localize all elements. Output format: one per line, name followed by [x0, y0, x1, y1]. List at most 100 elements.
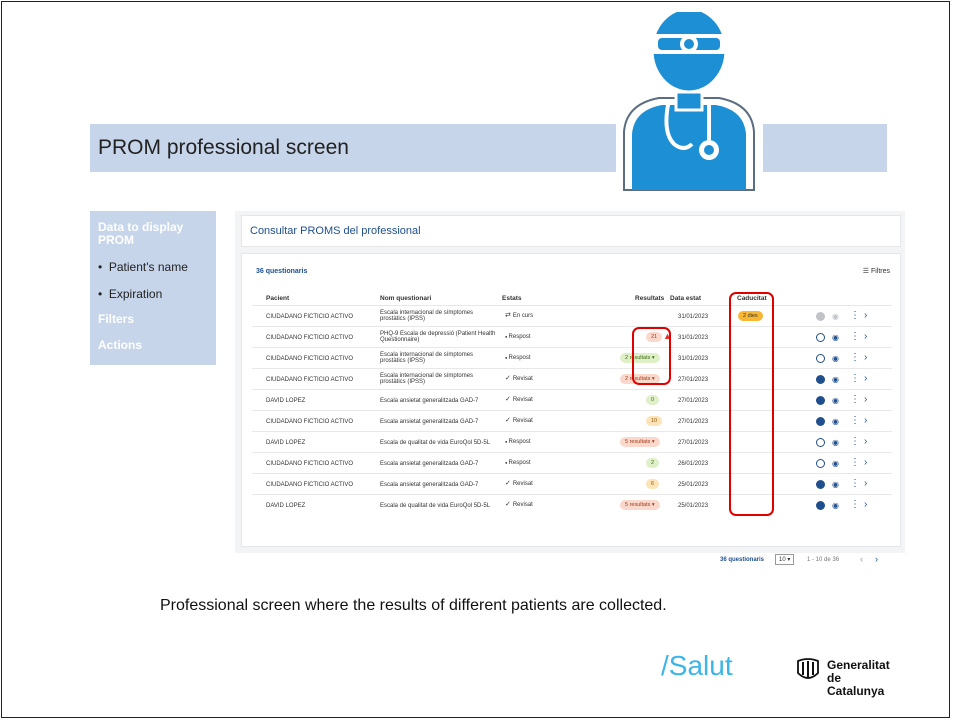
patient-name: CIUDADANO FICTICIO ACTIVO [266, 314, 354, 320]
view-eye-icon[interactable]: ◉ [832, 459, 839, 469]
view-eye-icon[interactable]: ◉ [832, 312, 839, 322]
filters-button[interactable]: ☰ Filtres [863, 267, 890, 275]
open-detail-icon[interactable]: › [864, 416, 867, 426]
patient-name: CIUDADANO FICTICIO ACTIVO [266, 377, 354, 383]
open-detail-icon[interactable]: › [864, 479, 867, 489]
view-eye-icon[interactable]: ◉ [832, 480, 839, 490]
result-badge[interactable]: 5 resultats ▾ [620, 437, 660, 447]
more-options-icon[interactable]: ⋮ [850, 395, 860, 405]
view-eye-icon[interactable]: ◉ [832, 438, 839, 448]
review-check-icon[interactable] [816, 375, 825, 384]
patient-name: CIUDADANO FICTICIO ACTIVO [266, 482, 354, 488]
col-header-date[interactable]: Data estat [670, 295, 701, 302]
result-badge: 6 [646, 479, 660, 489]
table-row[interactable]: CIUDADANO FICTICIO ACTIVO Escala ansietat… [252, 452, 892, 474]
sidebar-item-expiration: • Expiration [98, 287, 163, 301]
check-icon: ✓ [505, 501, 513, 508]
review-check-icon[interactable] [816, 312, 825, 321]
slide-title: PROM professional screen [98, 136, 349, 159]
view-eye-icon[interactable]: ◉ [832, 417, 839, 427]
more-options-icon[interactable]: ⋮ [850, 374, 860, 384]
col-header-questionnaire[interactable]: Nom questionari [380, 295, 431, 302]
review-check-icon[interactable] [816, 354, 825, 363]
questionnaire-name: Escala internacional de símptomes prostà… [380, 310, 474, 322]
table-row[interactable]: CIUDADANO FICTICIO ACTIVO Escala ansietat… [252, 473, 892, 495]
next-page-icon[interactable]: › [875, 554, 878, 564]
open-detail-icon[interactable]: › [864, 395, 867, 405]
result-badge: 10 [646, 416, 663, 426]
view-eye-icon[interactable]: ◉ [832, 333, 839, 343]
review-check-icon[interactable] [816, 501, 825, 510]
review-check-icon[interactable] [816, 396, 825, 405]
state-cell: ● Respost [505, 334, 531, 340]
patient-name: DAVID LOPEZ [266, 503, 306, 509]
review-check-icon[interactable] [816, 438, 825, 447]
col-header-results[interactable]: Resultats [635, 295, 664, 302]
col-header-patient[interactable]: Pacient [266, 295, 289, 302]
review-check-icon[interactable] [816, 459, 825, 468]
review-check-icon[interactable] [816, 480, 825, 489]
gencat-logo: Generalitat de Catalunya [795, 657, 895, 698]
state-date: 31/01/2023 [678, 356, 709, 362]
view-eye-icon[interactable]: ◉ [832, 396, 839, 406]
more-options-icon[interactable]: ⋮ [850, 479, 860, 489]
more-options-icon[interactable]: ⋮ [850, 332, 860, 342]
review-check-icon[interactable] [816, 333, 825, 342]
open-detail-icon[interactable]: › [864, 311, 867, 321]
patient-name: CIUDADANO FICTICIO ACTIVO [266, 356, 354, 362]
result-badge[interactable]: 5 resultats ▾ [620, 500, 660, 510]
table-row[interactable]: CIUDADANO FICTICIO ACTIVO PHQ-9 Escala de… [252, 326, 892, 348]
slide-caption: Professional screen where the results of… [160, 597, 667, 614]
questionnaire-name: PHQ-9 Escala de depressió (Patient Healt… [380, 331, 496, 343]
questionnaire-count: 36 questionaris [256, 268, 308, 275]
result-badge: 2 [646, 458, 660, 468]
patient-name: CIUDADANO FICTICIO ACTIVO [266, 461, 354, 467]
table-row[interactable]: CIUDADANO FICTICIO ACTIVO Escala internac… [252, 368, 892, 390]
patient-name: CIUDADANO FICTICIO ACTIVO [266, 419, 354, 425]
more-options-icon[interactable]: ⋮ [850, 437, 860, 447]
questionnaire-name: Escala de qualitat de vida EuroQol 5D-5L [380, 440, 491, 446]
table-row[interactable]: DAVID LOPEZ Escala de qualitat de vida Eu… [252, 431, 892, 453]
arrows-icon: ⇄ [505, 312, 513, 319]
open-detail-icon[interactable]: › [864, 332, 867, 342]
table-row[interactable]: CIUDADANO FICTICIO ACTIVO Escala internac… [252, 305, 892, 327]
slide: PROM professional screen Data to display… [1, 1, 950, 718]
check-icon: ✓ [505, 480, 513, 487]
open-detail-icon[interactable]: › [864, 437, 867, 447]
open-detail-icon[interactable]: › [864, 458, 867, 468]
questionnaire-name: Escala ansietat generalitzada GAD-7 [380, 398, 479, 404]
view-eye-icon[interactable]: ◉ [832, 375, 839, 385]
expiry-highlight [729, 292, 774, 516]
table-row[interactable]: DAVID LOPEZ Escala de qualitat de vida Eu… [252, 494, 892, 516]
table-row[interactable]: CIUDADANO FICTICIO ACTIVO Escala internac… [252, 347, 892, 369]
table-row[interactable]: CIUDADANO FICTICIO ACTIVO Escala ansietat… [252, 410, 892, 432]
review-check-icon[interactable] [816, 417, 825, 426]
questionnaire-name: Escala ansietat generalitzada GAD-7 [380, 419, 479, 425]
state-cell: ● Respost [505, 460, 531, 466]
more-options-icon[interactable]: ⋮ [850, 353, 860, 363]
state-date: 27/01/2023 [678, 398, 709, 404]
state-date: 25/01/2023 [678, 503, 709, 509]
more-options-icon[interactable]: ⋮ [850, 500, 860, 510]
prev-page-icon[interactable]: ‹ [860, 554, 863, 564]
pager-total: 36 questionaris [720, 557, 765, 563]
more-options-icon[interactable]: ⋮ [850, 416, 860, 426]
salut-logo: /Salut [661, 650, 733, 681]
per-page-select[interactable]: 10 ▾ [775, 554, 795, 565]
more-options-icon[interactable]: ⋮ [850, 311, 860, 321]
sidebar-item-patient-name: • Patient's name [98, 260, 188, 274]
more-options-icon[interactable]: ⋮ [850, 458, 860, 468]
result-badge: 0 [646, 395, 660, 405]
table-row[interactable]: DAVID LOPEZ Escala ansietat generalitzada… [252, 389, 892, 411]
state-cell: ✓ Revisat [505, 375, 533, 382]
check-icon: ✓ [505, 375, 513, 382]
pager-range: 1 - 10 de 36 [807, 557, 840, 563]
state-date: 31/01/2023 [678, 314, 709, 320]
view-eye-icon[interactable]: ◉ [832, 501, 839, 511]
open-detail-icon[interactable]: › [864, 500, 867, 510]
page-header: Consultar PROMS del professional [241, 215, 901, 247]
open-detail-icon[interactable]: › [864, 353, 867, 363]
open-detail-icon[interactable]: › [864, 374, 867, 384]
view-eye-icon[interactable]: ◉ [832, 354, 839, 364]
col-header-state[interactable]: Estats [502, 295, 522, 302]
